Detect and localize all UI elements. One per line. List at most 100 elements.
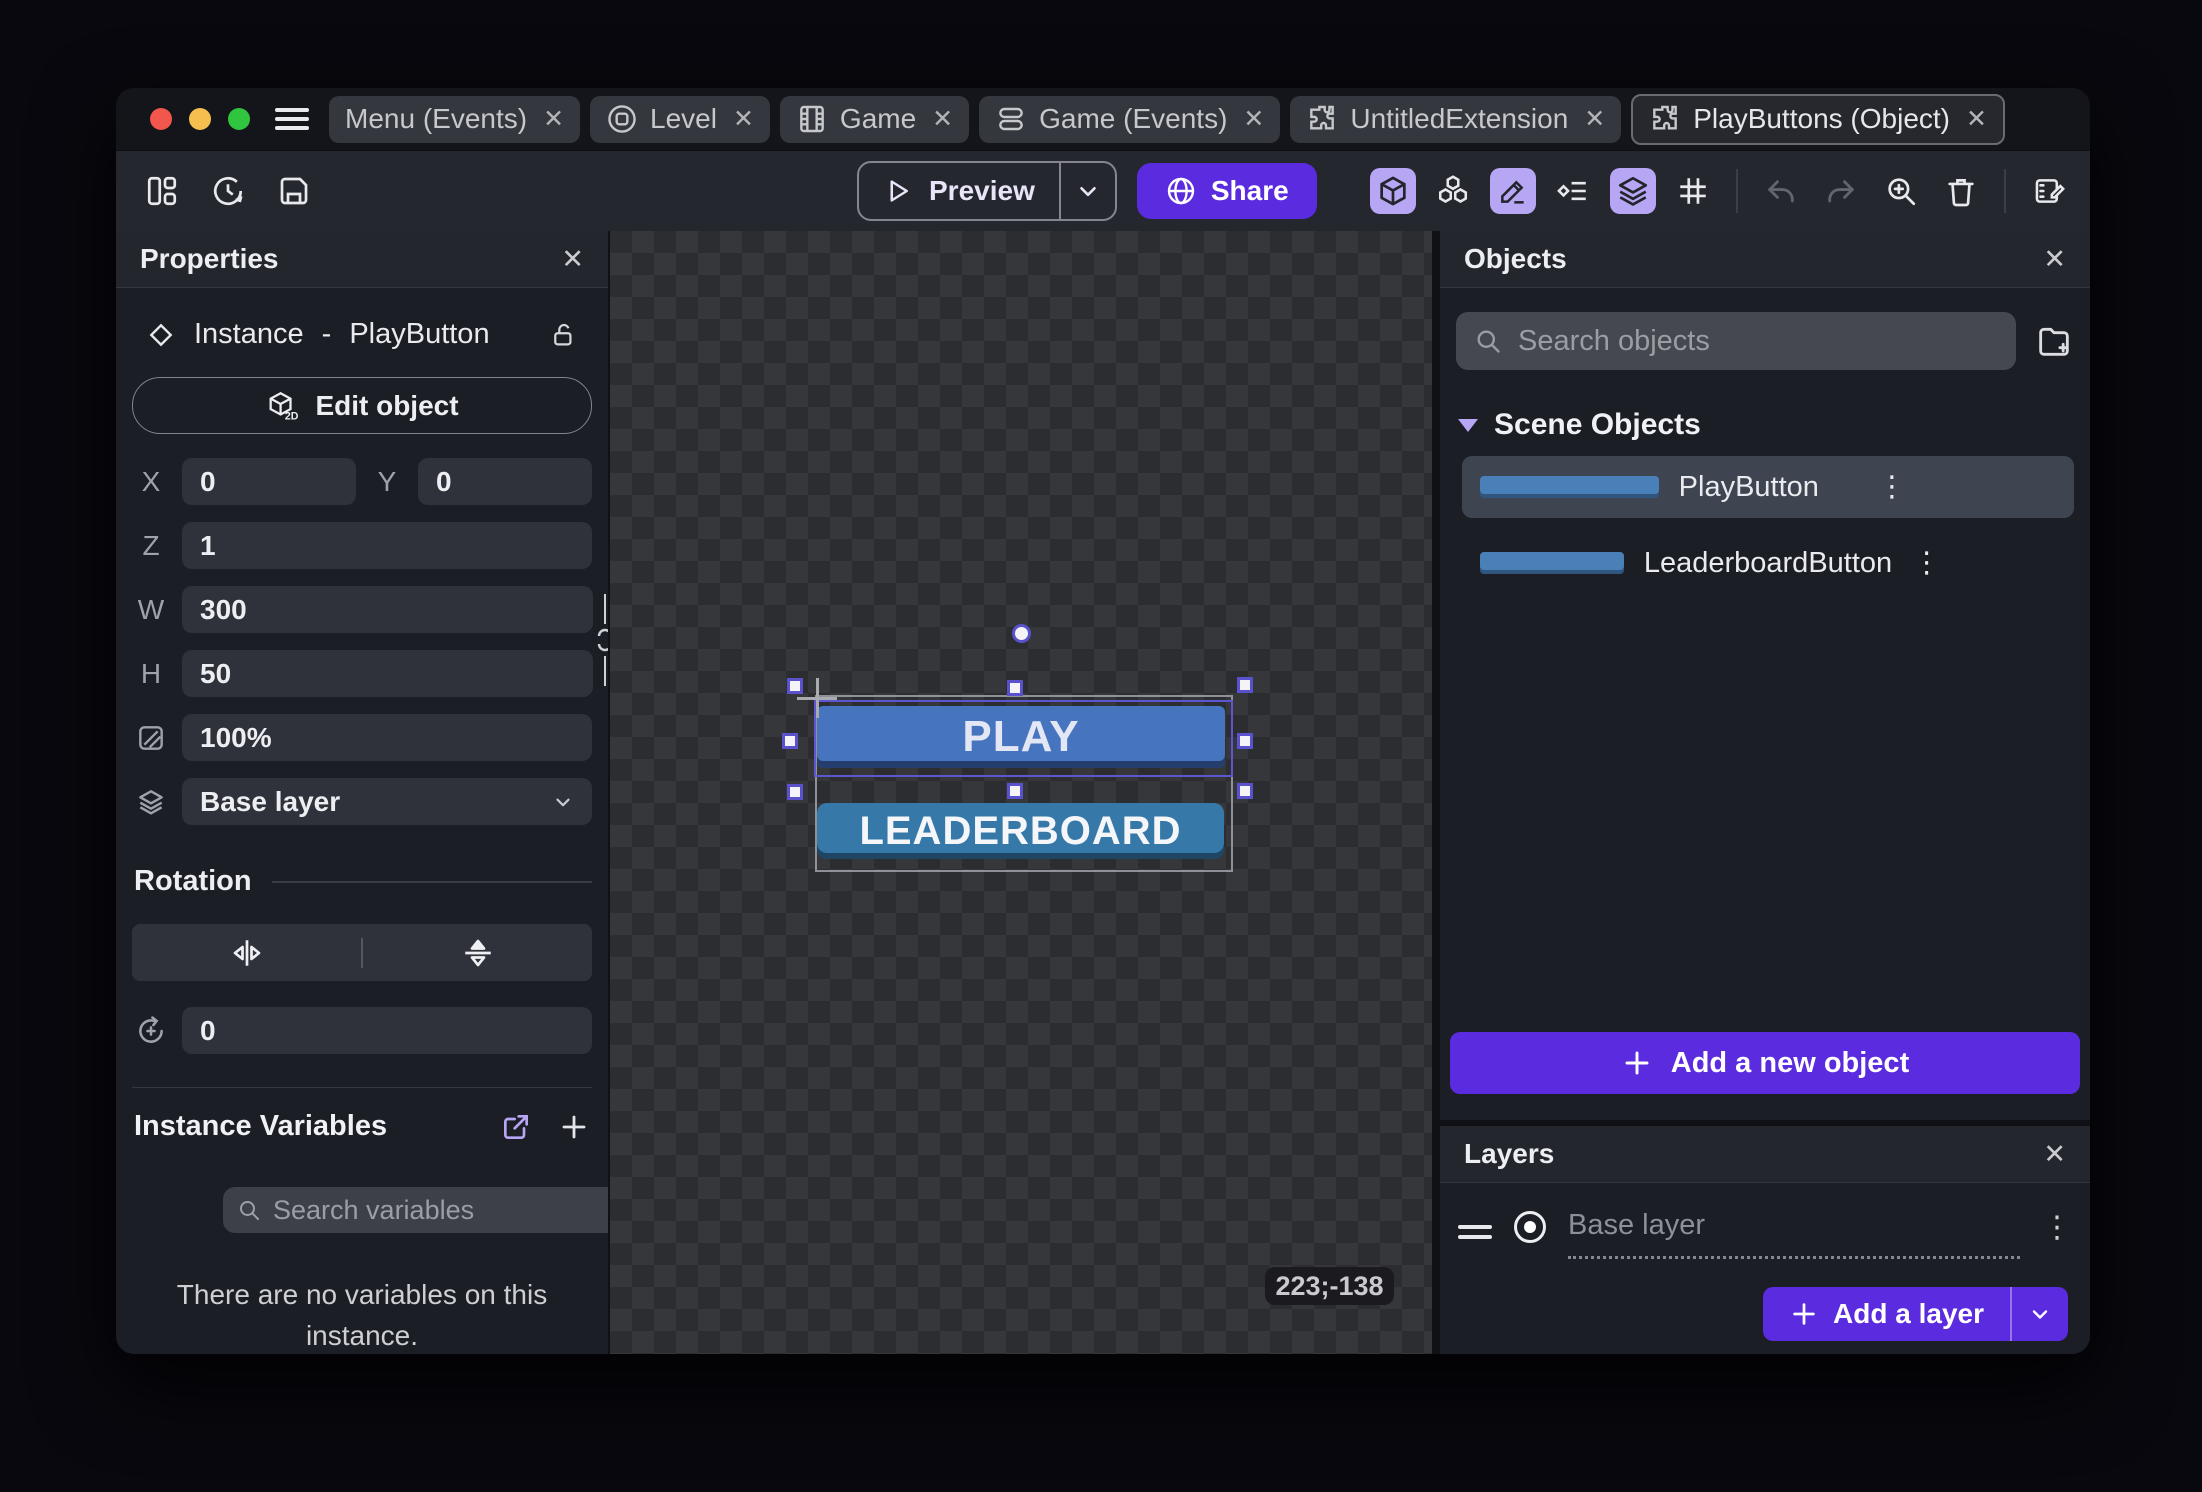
section-collapse-icon[interactable] [1458, 419, 1478, 432]
tab-untitled-extension[interactable]: UntitledExtension ✕ [1290, 96, 1621, 143]
tab-game[interactable]: Game ✕ [780, 96, 969, 143]
lock-aspect-ratio-toggle[interactable] [593, 569, 608, 697]
play-icon [883, 176, 913, 206]
rotate-icon [132, 1014, 170, 1048]
resize-handle-top-center[interactable] [1007, 680, 1023, 696]
opacity-icon [132, 722, 170, 754]
traffic-minimize-button[interactable] [189, 108, 211, 130]
tab-playbuttons-object[interactable]: PlayButtons (Object) ✕ [1631, 94, 2005, 145]
resize-handle-middle-left[interactable] [782, 733, 798, 749]
layer-menu-icon[interactable]: ⋮ [2042, 1213, 2072, 1243]
resize-handle-top-left[interactable] [787, 678, 803, 694]
properties-list-icon [1556, 174, 1590, 208]
grid-icon [1676, 174, 1710, 208]
tab-close-icon[interactable]: ✕ [932, 104, 953, 134]
pencil-icon [1497, 175, 1529, 207]
edit-scene-properties-button[interactable] [2026, 168, 2072, 214]
preview-button[interactable]: Preview [857, 161, 1117, 221]
variables-search-input[interactable] [271, 1194, 608, 1227]
tab-close-icon[interactable]: ✕ [543, 104, 564, 134]
opacity-field[interactable] [182, 714, 592, 761]
objects-close-icon[interactable]: ✕ [2043, 244, 2066, 275]
panels-icon[interactable] [144, 173, 180, 209]
variables-search-box[interactable] [223, 1187, 608, 1233]
scene-objects-title: Scene Objects [1494, 408, 1701, 442]
traffic-zoom-button[interactable] [228, 108, 250, 130]
layers-panel-button[interactable] [1610, 168, 1656, 214]
x-field[interactable] [182, 458, 356, 505]
grid-button[interactable] [1670, 168, 1716, 214]
undo-button[interactable] [1758, 168, 1804, 214]
main-menu-icon[interactable] [275, 103, 309, 135]
layers-panel: Layers ✕ Base layer ⋮ Add a layer [1440, 1126, 2090, 1354]
plus-icon [1789, 1299, 1819, 1329]
object-row-leaderboardbutton[interactable]: LeaderboardButton ⋮ [1462, 532, 2074, 594]
open-external-icon[interactable] [500, 1111, 532, 1143]
resize-handle-top-right[interactable] [1237, 677, 1253, 693]
app-window: Menu (Events) ✕ Level ✕ Game ✕ Game (Eve… [116, 88, 2090, 1354]
tab-close-icon[interactable]: ✕ [1243, 104, 1264, 134]
object-menu-icon[interactable]: ⋮ [1912, 549, 2056, 578]
history-icon[interactable] [210, 173, 246, 209]
objects-search-box[interactable] [1456, 312, 2016, 370]
share-button[interactable]: Share [1137, 163, 1317, 219]
objects-search-input[interactable] [1516, 324, 1998, 359]
redo-icon [1824, 174, 1858, 208]
scene-canvas[interactable]: PLAY LEADERBOARD 223;-138 [610, 231, 1432, 1354]
width-field[interactable] [182, 586, 593, 633]
resize-handle-middle-right[interactable] [1237, 733, 1253, 749]
layer-name[interactable]: Base layer [1568, 1209, 2020, 1259]
resize-handle-bottom-right[interactable] [1237, 783, 1253, 799]
rotation-field[interactable] [182, 1007, 592, 1054]
link-line [604, 656, 606, 686]
z-field[interactable] [182, 522, 592, 569]
height-field[interactable] [182, 650, 593, 697]
add-object-button[interactable]: Add a new object [1450, 1032, 2080, 1094]
svg-text:2D: 2D [285, 410, 299, 422]
zoom-button[interactable] [1878, 168, 1924, 214]
tab-menu-events[interactable]: Menu (Events) ✕ [329, 96, 580, 143]
scene-objects-section[interactable]: Scene Objects [1458, 408, 2074, 442]
rotation-handle[interactable] [1012, 624, 1031, 643]
object-row-playbutton[interactable]: PlayButton ⋮ [1462, 456, 2074, 518]
delete-button[interactable] [1938, 168, 1984, 214]
edit-object-button[interactable]: 2D Edit object [132, 377, 592, 434]
flip-vertical-button[interactable] [363, 935, 592, 971]
properties-close-icon[interactable]: ✕ [561, 244, 584, 275]
instance-variables-title: Instance Variables [134, 1110, 500, 1143]
cubes-icon [1435, 173, 1471, 209]
film-icon [796, 103, 828, 135]
drag-handle-icon[interactable] [1458, 1219, 1492, 1245]
preview-options-button[interactable] [1059, 163, 1115, 219]
layer-row-base-layer[interactable]: Base layer ⋮ [1458, 1209, 2072, 1259]
layer-select[interactable]: Base layer [182, 778, 592, 825]
save-icon[interactable] [276, 173, 312, 209]
layer-visibility-radio[interactable] [1514, 1211, 1546, 1243]
redo-button[interactable] [1818, 168, 1864, 214]
add-layer-button[interactable]: Add a layer [1763, 1287, 2068, 1341]
tab-level[interactable]: Level ✕ [590, 96, 770, 143]
y-field[interactable] [418, 458, 592, 505]
add-variable-icon[interactable] [558, 1111, 590, 1143]
object-menu-icon[interactable]: ⋮ [1877, 473, 2056, 502]
flip-horizontal-button[interactable] [132, 935, 361, 971]
resize-handle-bottom-left[interactable] [787, 784, 803, 800]
tab-close-icon[interactable]: ✕ [1966, 104, 1987, 134]
tab-bar: Menu (Events) ✕ Level ✕ Game ✕ Game (Eve… [116, 88, 2090, 150]
unlock-icon[interactable] [550, 321, 578, 349]
tab-game-events[interactable]: Game (Events) ✕ [979, 96, 1280, 143]
properties-panel: Properties ✕ Instance - PlayButton 2D Ed… [116, 231, 610, 1354]
preview-label: Preview [929, 175, 1035, 207]
tab-close-icon[interactable]: ✕ [1584, 104, 1605, 134]
add-folder-icon[interactable] [2034, 321, 2074, 361]
resize-handle-bottom-center[interactable] [1007, 783, 1023, 799]
layers-close-icon[interactable]: ✕ [2043, 1139, 2066, 1170]
instances-cubes-button[interactable] [1430, 168, 1476, 214]
edit-mode-button[interactable] [1490, 168, 1536, 214]
instance-properties-button[interactable] [1550, 168, 1596, 214]
leaderboard-button-sprite[interactable]: LEADERBOARD [817, 803, 1224, 859]
traffic-close-button[interactable] [150, 108, 172, 130]
object-mode-button[interactable] [1370, 168, 1416, 214]
add-layer-options-button[interactable] [2010, 1287, 2068, 1341]
tab-close-icon[interactable]: ✕ [733, 104, 754, 134]
